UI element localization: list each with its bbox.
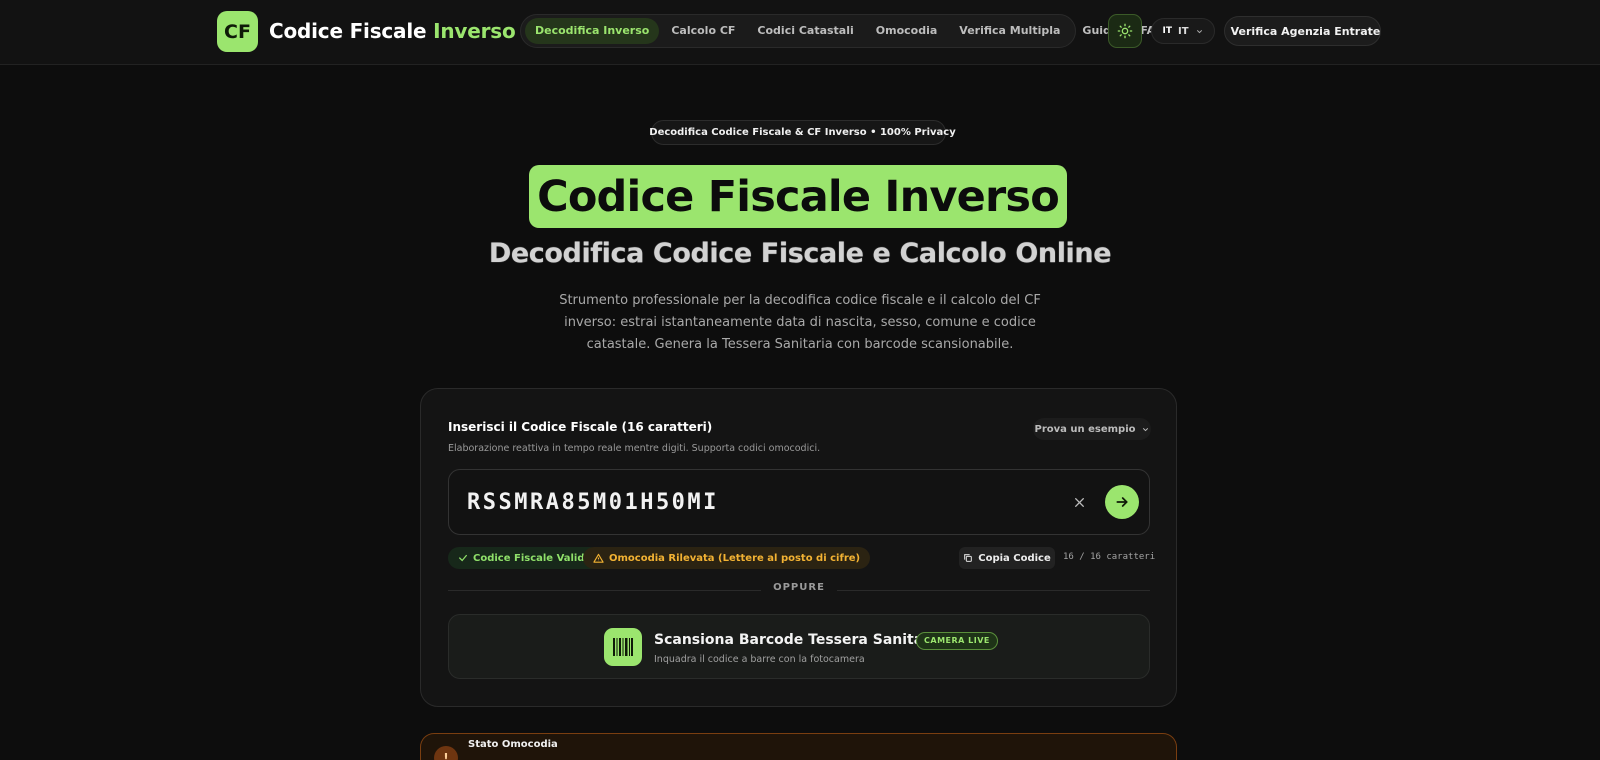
arrow-right-icon	[1116, 497, 1128, 507]
top-header: CF Codice Fiscale Inverso Decodifica Inv…	[0, 0, 1600, 65]
close-icon	[1074, 497, 1084, 507]
divider-label: OPPURE	[773, 582, 825, 593]
scan-barcode-button[interactable]: Scansiona Barcode Tessera Sanitaria CAME…	[448, 614, 1150, 679]
flag-icon: IT	[1162, 26, 1172, 36]
nav-item-omocodia[interactable]: Omocodia	[866, 18, 948, 44]
example-label: Prova un esempio	[1034, 423, 1136, 435]
cf-input[interactable]	[467, 470, 1027, 534]
divider-line-right	[837, 590, 1150, 591]
omocodia-warning-badge: Omocodia Rilevata (Lettere al posto di c…	[583, 547, 871, 569]
clear-input-button[interactable]	[1069, 492, 1089, 512]
brand-name-main: Codice Fiscale	[269, 19, 427, 43]
language-select[interactable]: IT IT	[1151, 18, 1215, 44]
logo-icon[interactable]: CF	[217, 11, 258, 52]
valid-status-label: Codice Fiscale Valido	[473, 552, 592, 564]
hero-title: Codice Fiscale Inverso	[529, 165, 1067, 228]
nav-item-calcolo-cf[interactable]: Calcolo CF	[661, 18, 745, 44]
decoder-hint: Elaborazione reattiva in tempo reale men…	[448, 443, 821, 454]
copy-icon	[964, 554, 973, 562]
nav-item-verifica-multipla[interactable]: Verifica Multipla	[949, 18, 1070, 44]
brand-name-accent: Inverso	[433, 19, 516, 43]
decoder-card: Inserisci il Codice Fiscale (16 caratter…	[420, 388, 1177, 707]
copy-code-label: Copia Codice	[978, 552, 1051, 564]
alert-icon: !	[434, 746, 458, 760]
cf-input-container	[448, 469, 1150, 535]
hero-description: Strumento professionale per la decodific…	[559, 293, 1041, 352]
scan-subtitle: Inquadra il codice a barre con la fotoca…	[654, 654, 865, 665]
omocodia-status-title: Stato Omocodia	[468, 739, 558, 750]
verify-agenzia-button[interactable]: Verifica Agenzia Entrate	[1224, 16, 1381, 46]
chevron-down-icon	[1196, 29, 1202, 33]
warning-icon	[593, 553, 604, 563]
omocodia-warning-label: Omocodia Rilevata (Lettere al posto di c…	[609, 552, 861, 564]
divider-line-left	[448, 590, 761, 591]
hero-subtitle: Decodifica Codice Fiscale e Calcolo Onli…	[488, 238, 1112, 269]
barcode-icon	[604, 628, 642, 666]
example-dropdown-button[interactable]: Prova un esempio	[1033, 418, 1151, 440]
nav-item-decodifica-inverso[interactable]: Decodifica Inverso	[525, 18, 660, 44]
valid-status-badge: Codice Fiscale Valido	[448, 547, 602, 569]
char-counter: 16 / 16 caratteri	[1063, 552, 1156, 562]
decoder-title: Inserisci il Codice Fiscale (16 caratter…	[448, 420, 713, 434]
brand-name[interactable]: Codice Fiscale Inverso	[269, 19, 516, 43]
copy-code-button[interactable]: Copia Codice	[959, 547, 1055, 569]
language-label: IT	[1177, 25, 1189, 37]
main-nav: Decodifica Inverso Calcolo CF Codici Cat…	[520, 14, 1165, 48]
hero-pill: Decodifica Codice Fiscale & CF Inverso •…	[649, 120, 956, 145]
sun-icon	[1117, 23, 1133, 39]
omocodia-status-panel: ! Stato Omocodia	[420, 733, 1177, 760]
theme-toggle-button[interactable]	[1108, 14, 1142, 48]
camera-live-badge: CAMERA LIVE	[916, 632, 998, 650]
hero-pill-label: Decodifica Codice Fiscale & CF Inverso •…	[649, 127, 956, 138]
verify-agenzia-label: Verifica Agenzia Entrate	[1230, 24, 1381, 38]
chevron-down-icon	[1142, 427, 1148, 431]
check-icon	[459, 554, 467, 562]
scan-title: Scansiona Barcode Tessera Sanitaria	[654, 632, 945, 648]
nav-item-codici-catastali[interactable]: Codici Catastali	[747, 18, 863, 44]
decode-submit-button[interactable]	[1105, 485, 1139, 519]
